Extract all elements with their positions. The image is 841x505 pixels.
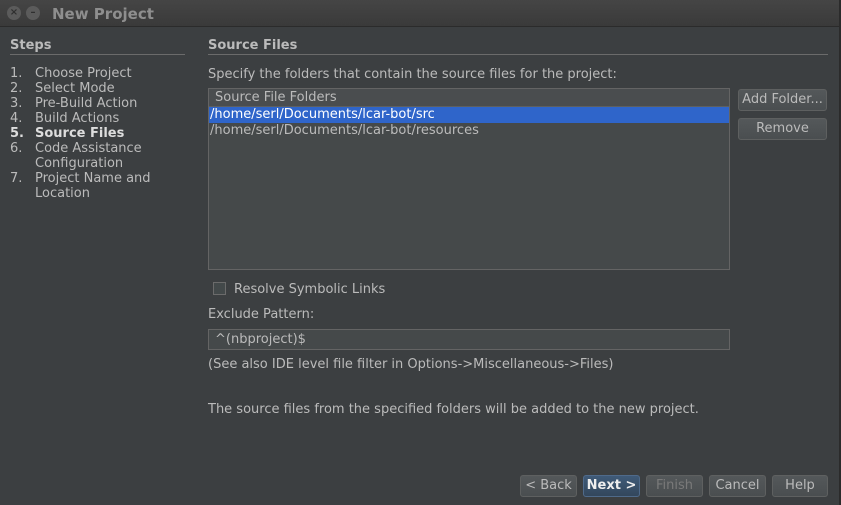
step-label: Project Name and Location	[35, 171, 151, 201]
help-button[interactable]: Help	[772, 475, 828, 497]
step-label: Build Actions	[35, 111, 120, 126]
step-number: 1.	[10, 66, 23, 81]
step-choose-project: 1. Choose Project	[10, 66, 185, 81]
cancel-button[interactable]: Cancel	[709, 475, 766, 497]
step-source-files: 5. Source Files	[10, 126, 185, 141]
step-number: 3.	[10, 96, 23, 111]
resolve-symlinks-label[interactable]: Resolve Symbolic Links	[234, 282, 385, 297]
title-bar: × – New Project	[0, 0, 841, 27]
ide-filter-note: (See also IDE level file filter in Optio…	[208, 357, 614, 372]
step-label: Source Files	[35, 126, 125, 141]
next-button[interactable]: Next >	[583, 475, 640, 497]
remove-button[interactable]: Remove	[738, 118, 827, 140]
source-folders-list[interactable]: Source File Folders /home/serl/Documents…	[208, 88, 730, 270]
step-number: 7.	[10, 171, 23, 186]
step-label: Select Mode	[35, 81, 115, 96]
step-label: Code Assistance Configuration	[35, 141, 142, 171]
exclude-pattern-input[interactable]: ^(nbproject)$	[208, 329, 730, 350]
close-icon[interactable]: ×	[7, 6, 21, 20]
step-label: Choose Project	[35, 66, 132, 81]
add-folder-button[interactable]: Add Folder...	[738, 89, 827, 111]
finish-button[interactable]: Finish	[646, 475, 703, 497]
step-number: 2.	[10, 81, 23, 96]
step-build-actions: 4. Build Actions	[10, 111, 185, 126]
instruction-text: Specify the folders that contain the sou…	[208, 67, 617, 82]
resolve-symlinks-checkbox[interactable]	[213, 282, 226, 295]
step-select-mode: 2. Select Mode	[10, 81, 185, 96]
steps-heading: Steps	[10, 38, 185, 55]
step-number: 4.	[10, 111, 23, 126]
back-button[interactable]: < Back	[520, 475, 577, 497]
list-item[interactable]: /home/serl/Documents/lcar-bot/resources	[209, 123, 729, 139]
list-header: Source File Folders	[209, 89, 729, 107]
step-number: 6.	[10, 141, 23, 156]
window-title: New Project	[52, 5, 154, 23]
info-text: The source files from the specified fold…	[208, 402, 699, 417]
list-item[interactable]: /home/serl/Documents/lcar-bot/src	[209, 107, 729, 123]
step-pre-build-action: 3. Pre-Build Action	[10, 96, 185, 111]
exclude-pattern-label: Exclude Pattern:	[208, 307, 315, 322]
step-code-assistance: 6. Code Assistance Configuration	[10, 141, 185, 171]
step-number: 5.	[10, 126, 24, 141]
step-project-name: 7. Project Name and Location	[10, 171, 185, 201]
panel-heading: Source Files	[208, 38, 828, 55]
step-label: Pre-Build Action	[35, 96, 138, 111]
minimize-icon[interactable]: –	[26, 6, 40, 20]
steps-list: 1. Choose Project 2. Select Mode 3. Pre-…	[10, 66, 185, 201]
new-project-dialog: × – New Project Steps 1. Choose Project …	[0, 0, 841, 505]
